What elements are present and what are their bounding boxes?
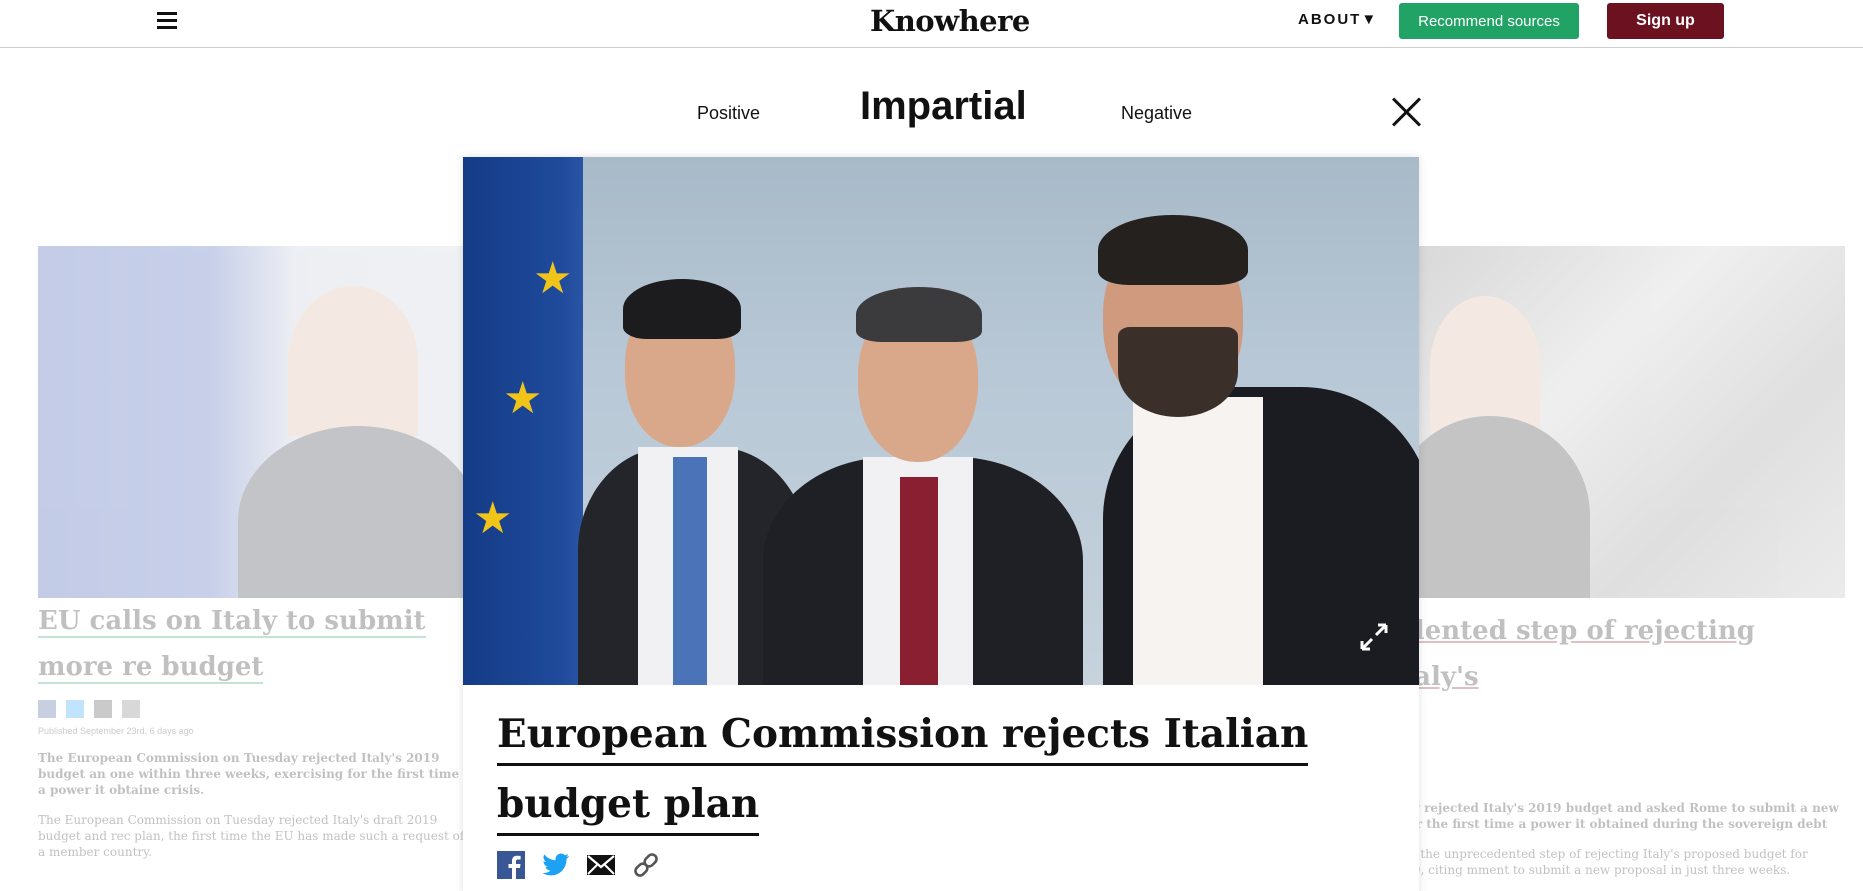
star-icon: ★ [533,254,573,303]
background-article-title: edented step of rejecting Italy's [1390,616,1755,692]
top-navigation-bar: Knowhere ABOUT▼ Recommend sources Sign u… [0,0,1863,48]
link-icon[interactable] [632,851,660,879]
expand-icon[interactable] [1356,619,1392,655]
background-article-paragraph: took the unprecedented step of rejecting… [1390,847,1808,877]
background-share-icons [38,700,468,718]
tab-positive[interactable]: Positive [697,103,760,124]
recommend-sources-button[interactable]: Recommend sources [1399,3,1579,39]
background-article-summary: The European Commission on Tuesday rejec… [38,751,460,797]
background-article-paragraph: The European Commission on Tuesday rejec… [38,813,465,859]
tab-impartial[interactable]: Impartial [860,84,1027,129]
article-hero-image: ★ ★ ★ [463,157,1419,685]
site-logo[interactable]: Knowhere [870,4,1030,38]
background-article-negative: edented step of rejecting Italy's sday r… [1390,246,1845,878]
sign-up-button[interactable]: Sign up [1607,3,1724,39]
background-article-meta: Published September 23rd, 6 days ago [38,726,194,736]
about-dropdown[interactable]: ABOUT▼ [1298,11,1378,28]
background-article-image [1390,246,1845,598]
menu-icon[interactable] [157,12,177,32]
star-icon: ★ [473,494,513,543]
email-icon[interactable] [587,851,615,879]
background-article-summary: sday rejected Italy's 2019 budget and as… [1390,801,1839,831]
background-article-positive: EU calls on Italy to submit more re budg… [38,246,468,860]
twitter-icon[interactable] [542,851,570,879]
article-title[interactable]: European Commission rejects Italian budg… [497,699,1377,839]
background-article-image [38,246,468,598]
background-article-title: EU calls on Italy to submit more re budg… [38,606,426,684]
close-icon[interactable] [1390,96,1422,128]
star-icon: ★ [503,374,543,423]
facebook-icon[interactable] [497,851,525,879]
article-title-text[interactable]: European Commission rejects Italian budg… [497,711,1309,836]
tab-negative[interactable]: Negative [1121,103,1192,124]
article-modal: ★ ★ ★ European Commission rejects Italia… [463,157,1419,891]
share-icons [497,851,660,879]
